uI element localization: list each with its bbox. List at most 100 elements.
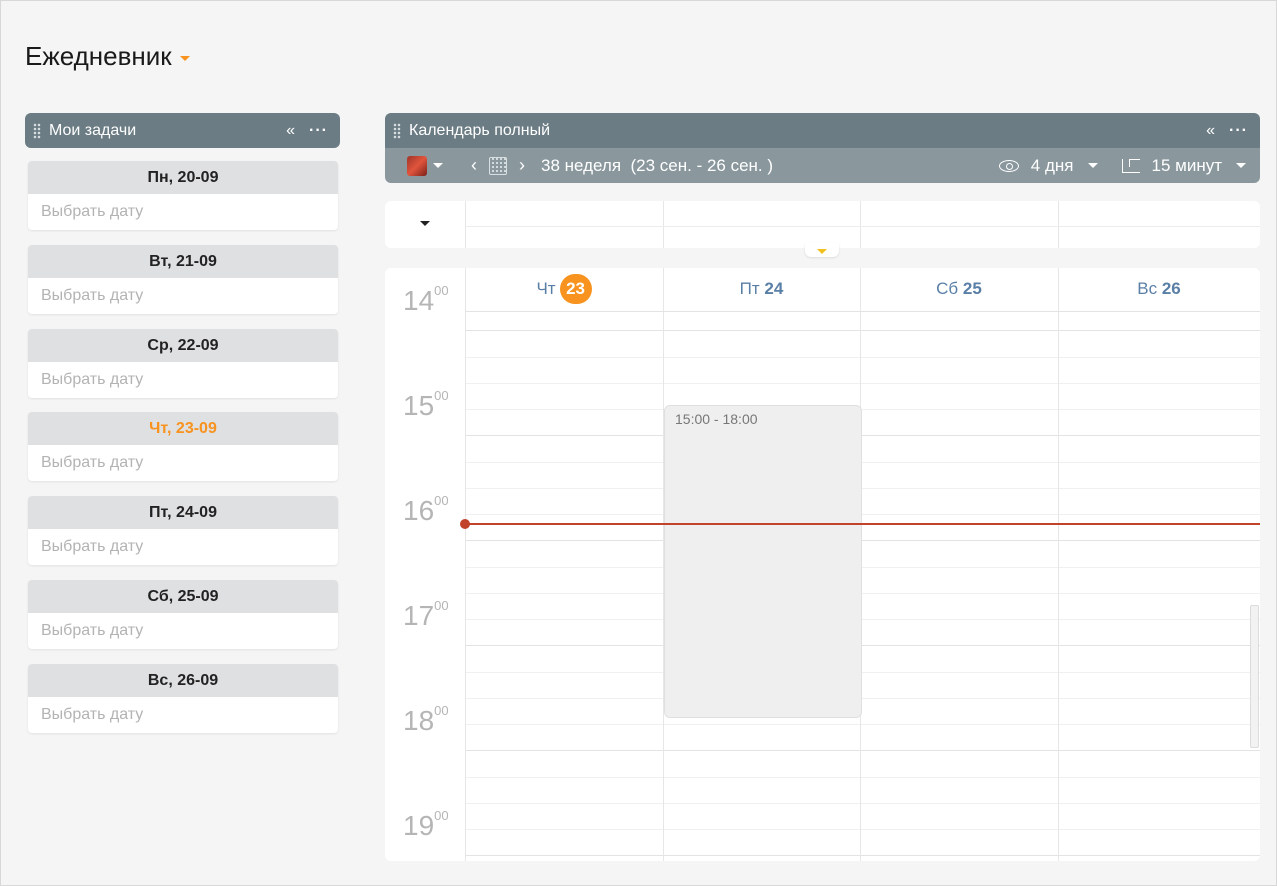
drag-handle-icon[interactable] xyxy=(393,122,401,139)
day-weekday: Чт xyxy=(536,279,556,298)
eye-icon xyxy=(998,159,1019,172)
chevron-down-icon[interactable] xyxy=(1236,163,1246,168)
day-date: 26 xyxy=(1161,279,1181,298)
day-header[interactable]: Сб 25 xyxy=(860,268,1058,312)
calendar-icon[interactable] xyxy=(489,156,507,175)
chevron-down-icon[interactable] xyxy=(420,221,430,226)
day-header[interactable]: Пт 24 xyxy=(663,268,860,312)
next-arrow-icon[interactable]: › xyxy=(519,155,525,176)
task-day-card: Ср, 22-09 Выбрать дату xyxy=(28,328,338,398)
hour-minutes: 00 xyxy=(434,808,449,823)
task-day-title: Чт, 23-09 xyxy=(28,412,338,446)
select-date-field[interactable]: Выбрать дату xyxy=(28,445,338,481)
select-date-field[interactable]: Выбрать дату xyxy=(28,613,338,649)
task-day-card: Вт, 21-09 Выбрать дату xyxy=(28,244,338,314)
time-slot-line xyxy=(465,697,1260,699)
more-menu-icon[interactable]: ··· xyxy=(1229,122,1248,140)
time-slot-line xyxy=(465,461,1260,463)
calendar-event[interactable]: 15:00 - 18:00 xyxy=(664,405,862,718)
time-slot-line xyxy=(465,855,1260,857)
time-slot-line xyxy=(465,540,1260,542)
task-day-card: Пн, 20-09 Выбрать дату xyxy=(28,161,338,230)
hour-minutes: 00 xyxy=(434,283,449,298)
time-slot-line xyxy=(465,409,1260,410)
all-day-cell[interactable] xyxy=(465,201,466,248)
hour-label: 1700 xyxy=(403,598,449,632)
collapse-icon[interactable]: « xyxy=(1206,122,1215,140)
step-selector[interactable]: 15 минут xyxy=(1152,156,1223,176)
all-day-cell[interactable] xyxy=(663,201,664,248)
all-day-cell[interactable] xyxy=(1058,201,1059,248)
hour-value: 19 xyxy=(403,810,435,841)
time-slot-line xyxy=(465,750,1260,752)
hour-value: 18 xyxy=(403,705,435,736)
hour-label: 1800 xyxy=(403,703,449,737)
drag-handle-icon[interactable] xyxy=(33,122,41,139)
event-time: 15:00 - 18:00 xyxy=(675,411,758,427)
time-slot-line xyxy=(465,645,1260,647)
day-column[interactable] xyxy=(1058,268,1059,861)
task-day-card: Чт, 23-09 Выбрать дату xyxy=(28,412,338,482)
calendar-grid[interactable]: Чт 23 Пт 24 Сб 25 Вс 26 1400 1500 1600 1700 1800 1… xyxy=(385,268,1260,861)
chevron-down-icon[interactable] xyxy=(433,163,443,168)
scrollbar[interactable] xyxy=(1250,605,1259,748)
task-day-card: Сб, 25-09 Выбрать дату xyxy=(28,580,338,649)
time-slot-line xyxy=(465,619,1260,620)
select-date-field[interactable]: Выбрать дату xyxy=(28,194,338,230)
task-day-title: Сб, 25-09 xyxy=(28,580,338,613)
page-title-text: Ежедневник xyxy=(25,41,172,71)
collapse-icon[interactable]: « xyxy=(286,122,295,140)
today-badge: 23 xyxy=(559,274,592,304)
hour-label: 1600 xyxy=(403,493,449,527)
hour-value: 14 xyxy=(403,285,435,316)
day-column[interactable] xyxy=(465,268,466,861)
chevron-down-icon[interactable] xyxy=(1087,163,1098,168)
time-slot-line xyxy=(465,671,1260,673)
time-slot-line xyxy=(465,566,1260,568)
time-slot-line xyxy=(465,382,1260,384)
day-header[interactable]: Вс 26 xyxy=(1058,268,1260,312)
all-day-cell[interactable] xyxy=(860,201,861,248)
select-date-field[interactable]: Выбрать дату xyxy=(28,529,338,565)
task-day-title: Пт, 24-09 xyxy=(28,496,338,530)
day-header[interactable]: Чт 23 xyxy=(465,268,663,312)
select-date-field[interactable]: Выбрать дату xyxy=(28,362,338,398)
collapse-all-day-icon[interactable] xyxy=(805,243,839,257)
prev-arrow-icon[interactable]: ‹ xyxy=(471,155,477,176)
hour-label: 1500 xyxy=(403,388,449,422)
day-date: 25 xyxy=(962,279,982,298)
select-date-field[interactable]: Выбрать дату xyxy=(28,278,338,314)
time-slot-line xyxy=(465,356,1260,358)
current-time-dot xyxy=(460,519,470,529)
divider xyxy=(465,226,1260,227)
view-selector[interactable]: 4 дня xyxy=(1031,156,1074,176)
hour-value: 17 xyxy=(403,600,435,631)
hour-label: 1900 xyxy=(403,808,449,842)
hour-minutes: 00 xyxy=(434,388,449,403)
select-date-field[interactable]: Выбрать дату xyxy=(28,697,338,733)
task-day-card: Пт, 24-09 Выбрать дату xyxy=(28,496,338,566)
hour-label: 1400 xyxy=(403,283,449,317)
time-slot-line xyxy=(465,487,1260,489)
task-day-title: Вт, 21-09 xyxy=(28,244,338,278)
day-weekday: Пт xyxy=(739,279,760,298)
all-day-row xyxy=(385,201,1260,248)
current-time-line xyxy=(465,523,1260,525)
tasks-panel-title: Мои задачи xyxy=(49,121,137,139)
time-slot-line xyxy=(465,829,1260,830)
chevron-down-icon[interactable] xyxy=(179,56,190,61)
time-slot-line xyxy=(465,330,1260,332)
calendar-panel-title: Календарь полный xyxy=(409,121,551,139)
period-label[interactable]: 38 неделя (23 сен. - 26 сен. ) xyxy=(541,156,773,176)
page-title[interactable]: Ежедневник xyxy=(25,41,190,72)
hour-value: 16 xyxy=(403,495,435,526)
more-menu-icon[interactable]: ··· xyxy=(309,122,328,140)
hour-value: 15 xyxy=(403,390,435,421)
calendar-toolbar: ‹ › 38 неделя (23 сен. - 26 сен. ) 4 дня… xyxy=(385,148,1260,183)
calendar-panel-header: Календарь полный « ··· xyxy=(385,113,1260,148)
avatar[interactable] xyxy=(407,155,427,176)
time-slot-line xyxy=(465,435,1260,437)
time-slot-line xyxy=(465,802,1260,804)
time-slot-line xyxy=(465,592,1260,594)
hour-minutes: 00 xyxy=(434,703,449,718)
